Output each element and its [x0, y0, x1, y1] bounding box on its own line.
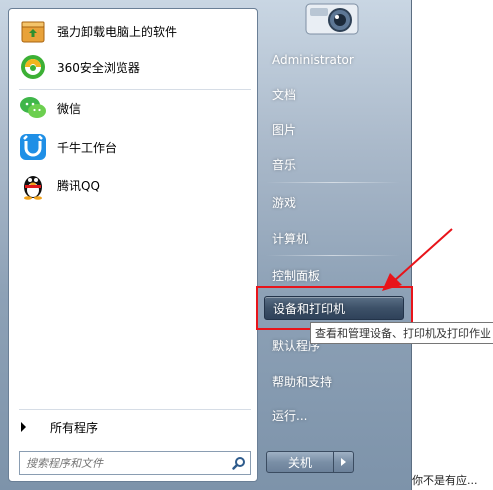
program-item-uninstaller[interactable]: 强力卸载电脑上的软件 [13, 13, 253, 49]
right-arrow-icon [21, 422, 26, 432]
search-box[interactable] [19, 451, 251, 475]
right-item-help-and-support[interactable]: 帮助和支持 [264, 369, 402, 393]
arrow-right-icon [341, 458, 346, 466]
user-name-item[interactable]: Administrator [264, 48, 402, 72]
control-panel-label: 控制面板 [272, 268, 321, 283]
search-input[interactable] [20, 452, 228, 474]
right-item-pictures[interactable]: 图片 [264, 117, 402, 141]
red-annotation-arrow-icon [382, 228, 453, 291]
tooltip: 查看和管理设备、打印机及打印作业 [310, 322, 493, 344]
help-and-support-label: 帮助和支持 [272, 374, 333, 389]
tooltip-text: 查看和管理设备、打印机及打印作业 [315, 327, 491, 340]
program-item-360-browser[interactable]: 360安全浏览器 [13, 49, 253, 85]
all-programs-button[interactable]: 所有程序 [17, 415, 253, 439]
shutdown-options-button[interactable] [334, 451, 354, 473]
camera-user-picture-icon[interactable] [300, 0, 364, 36]
program-item-qq[interactable]: 腾讯QQ [13, 167, 253, 203]
program-item-qianniu[interactable]: 千牛工作台 [13, 129, 253, 165]
360-browser-icon [17, 51, 49, 83]
computer-label: 计算机 [272, 231, 309, 246]
qq-penguin-icon [17, 169, 49, 201]
all-programs-label: 所有程序 [50, 420, 99, 435]
run-label: 运行... [272, 408, 308, 423]
programs-panel: 强力卸载电脑上的软件 360安全浏览器 微信 千牛工作台 腾讯QQ 所有程序 搜… [8, 8, 258, 482]
music-label: 音乐 [272, 157, 297, 172]
documents-label: 文档 [272, 87, 297, 102]
start-menu: 强力卸载电脑上的软件 360安全浏览器 微信 千牛工作台 腾讯QQ 所有程序 搜… [0, 0, 412, 490]
program-label: 微信 [57, 101, 82, 116]
shutdown-button[interactable]: 关机 [266, 451, 334, 473]
wechat-icon [17, 92, 49, 124]
right-item-music[interactable]: 音乐 [264, 152, 402, 176]
separator [266, 182, 400, 183]
qianniu-icon [17, 131, 49, 163]
background-text: 你不是有应... [412, 474, 478, 487]
right-item-games[interactable]: 游戏 [264, 190, 402, 214]
right-item-documents[interactable]: 文档 [264, 82, 402, 106]
program-label: 腾讯QQ [57, 178, 100, 193]
user-name: Administrator [272, 53, 354, 67]
games-label: 游戏 [272, 195, 297, 210]
pictures-label: 图片 [272, 122, 297, 137]
program-label: 360安全浏览器 [57, 60, 140, 75]
search-icon[interactable] [228, 452, 250, 474]
program-label: 千牛工作台 [57, 140, 118, 155]
separator [19, 409, 251, 410]
program-item-wechat[interactable]: 微信 [13, 90, 253, 126]
right-item-run[interactable]: 运行... [264, 403, 402, 427]
shutdown-label: 关机 [287, 455, 312, 470]
program-label: 强力卸载电脑上的软件 [57, 24, 178, 39]
uninstaller-box-icon [17, 15, 49, 47]
